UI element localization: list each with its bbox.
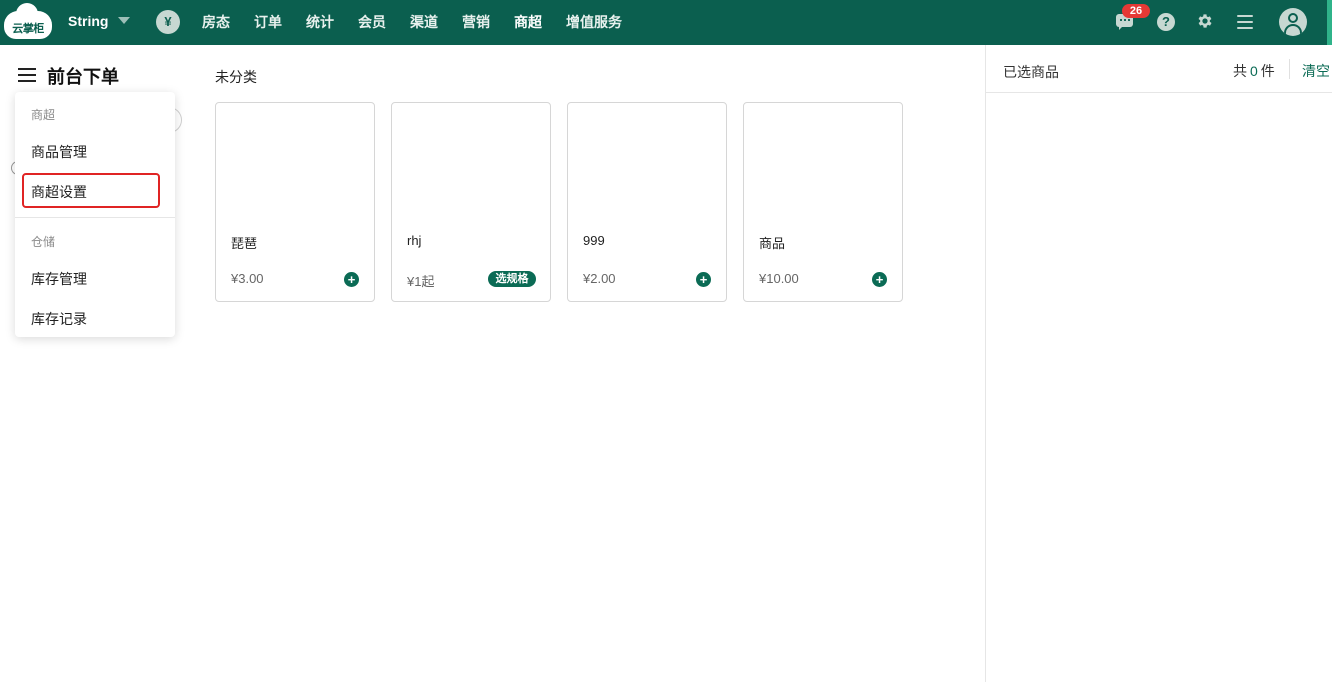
gear-icon[interactable] [1196,12,1214,30]
top-navigation-bar: 云掌柜 String ¥ 房态 订单 统计 会员 渠道 营销 商超 增值服务 2… [0,0,1332,45]
nav-item-members[interactable]: 会员 [358,12,386,32]
user-avatar[interactable] [1279,8,1307,36]
product-price: ¥1起 [407,274,435,289]
product-price: ¥2.00 [583,271,616,286]
header-separator [1289,59,1290,79]
count-value: 0 [1250,63,1258,79]
chevron-down-icon[interactable] [118,17,130,24]
count-suffix: 件 [1260,63,1275,79]
product-card[interactable]: 商品 ¥10.00 + [743,102,903,302]
add-to-cart-icon[interactable]: + [344,272,359,287]
hamburger-menu-icon[interactable] [18,68,36,82]
nav-item-room-status[interactable]: 房态 [202,12,230,32]
product-price: ¥10.00 [759,271,799,286]
clear-button[interactable]: 清空 [1302,61,1330,81]
selected-items-header: 已选商品 共0件 清空 [986,45,1332,93]
product-price: ¥3.00 [231,271,264,286]
app-logo[interactable]: 云掌柜 [4,3,52,39]
product-name: 商品 [759,236,786,251]
currency-icon[interactable]: ¥ [156,10,180,34]
menu-item-goods-management[interactable]: 商品管理 [31,142,87,162]
add-to-cart-icon[interactable]: + [696,272,711,287]
choose-spec-button[interactable]: 选规格 [488,271,536,287]
nav-item-marketing[interactable]: 营销 [462,12,490,32]
add-to-cart-icon[interactable]: + [872,272,887,287]
nav-item-channels[interactable]: 渠道 [410,12,438,32]
product-name: 琵琶 [231,236,258,251]
nav-item-value-added-services[interactable]: 增值服务 [566,12,622,32]
logo-text: 云掌柜 [12,23,44,35]
menu-icon[interactable] [1237,15,1253,29]
edge-strip [1327,0,1332,45]
product-card[interactable]: rhj ¥1起 选规格 [391,102,551,302]
message-count-badge: 26 [1122,4,1150,18]
category-title: 未分类 [215,69,257,85]
menu-item-stock-records[interactable]: 库存记录 [31,309,87,329]
product-name: 999 [583,233,605,248]
menu-item-stock-management[interactable]: 库存管理 [31,269,87,289]
page-title: 前台下单 [47,67,119,87]
menu-divider [15,217,175,218]
product-card[interactable]: 999 ¥2.00 + [567,102,727,302]
nav-item-orders[interactable]: 订单 [254,12,282,32]
selected-count: 共0件 [1233,61,1275,81]
product-card[interactable]: 琵琶 ¥3.00 + [215,102,375,302]
selected-items-panel: 已选商品 共0件 清空 [985,45,1332,682]
nav-item-store[interactable]: 商超 [514,12,542,32]
help-icon[interactable]: ? [1157,13,1175,31]
menu-group-warehouse: 仓储 [31,235,56,249]
nav-item-statistics[interactable]: 统计 [306,12,334,32]
hotel-name[interactable]: String [68,13,108,29]
menu-item-store-settings[interactable]: 商超设置 [31,182,87,202]
selected-items-title: 已选商品 [1003,64,1059,80]
menu-group-store: 商超 [31,108,56,122]
product-name: rhj [407,233,422,248]
count-prefix: 共 [1233,63,1247,79]
navigation-dropdown-menu: 商超 商品管理 商超设置 仓储 库存管理 库存记录 [15,92,175,337]
